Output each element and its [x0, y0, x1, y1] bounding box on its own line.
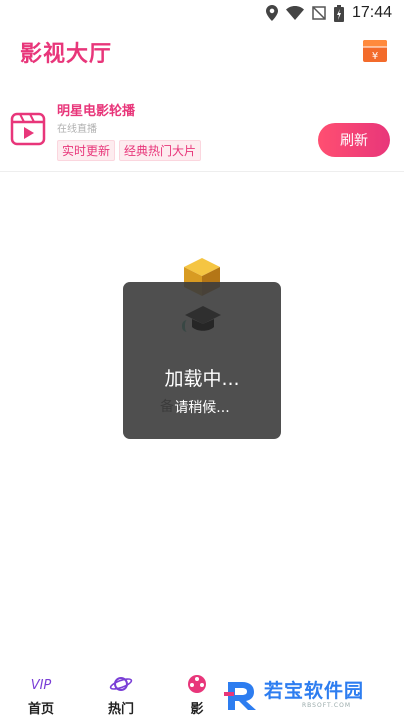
watermark-text: 若宝软件园 — [264, 680, 365, 702]
nav-item-home[interactable]: VIP 首页 — [21, 674, 61, 717]
banner-subtitle: 在线直播 — [57, 124, 97, 135]
tag-realtime-update: 实时更新 — [57, 140, 116, 161]
battery-icon — [333, 4, 344, 22]
planet-icon — [109, 677, 133, 691]
video-player-icon — [10, 112, 46, 146]
vip-icon: VIP — [31, 678, 52, 692]
graduation-cap-icon — [185, 306, 221, 331]
refresh-button[interactable]: 刷新 — [318, 123, 390, 157]
status-time: 17:44 — [351, 4, 392, 21]
no-signal-icon — [312, 6, 326, 20]
banner-title: 明星电影轮播 — [57, 104, 136, 119]
tag-classic-hits: 经典热门大片 — [119, 140, 202, 161]
envelope-symbol: ¥ — [372, 51, 378, 62]
status-icons: 17:44 — [265, 4, 392, 22]
watermark: 若宝软件园 RBSOFT.COM — [220, 674, 400, 716]
banner-tags: 实时更新 经典热门大片 — [57, 140, 202, 161]
nav-label-hot: 热门 — [107, 702, 134, 717]
red-envelope-button[interactable]: ¥ — [362, 38, 388, 64]
nav-item-movies[interactable]: 影 — [177, 674, 217, 717]
page-title: 影视大厅 — [20, 42, 113, 67]
nav-item-hot[interactable]: 热门 — [101, 674, 141, 717]
location-icon — [265, 5, 278, 21]
loading-subtitle: 请稍候... — [174, 400, 230, 416]
red-envelope-icon: ¥ — [363, 40, 387, 62]
svg-text:VIP: VIP — [31, 678, 52, 692]
nav-label-home: 首页 — [27, 702, 54, 717]
watermark-url: RBSOFT.COM — [302, 702, 352, 709]
watermark-logo-icon — [224, 682, 256, 710]
nav-label-movies: 影 — [190, 702, 204, 717]
film-reel-icon — [188, 675, 206, 693]
status-bar: 17:44 — [0, 0, 404, 28]
loading-title: 加载中... — [164, 368, 240, 390]
loading-dialog: 加载中... 请稍候... — [123, 282, 281, 439]
wifi-icon — [285, 6, 304, 20]
